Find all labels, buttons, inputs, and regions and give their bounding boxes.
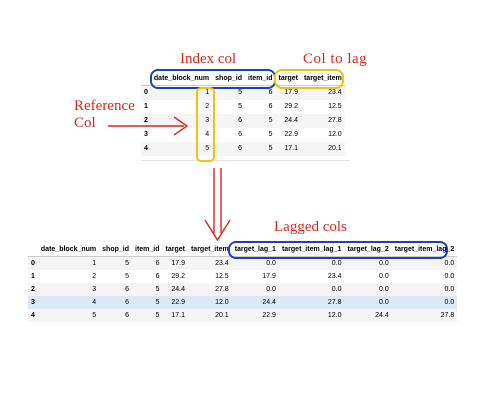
reference-arrow [108,116,189,136]
transform-down-arrow [204,168,231,242]
arrows-layer [108,116,231,242]
